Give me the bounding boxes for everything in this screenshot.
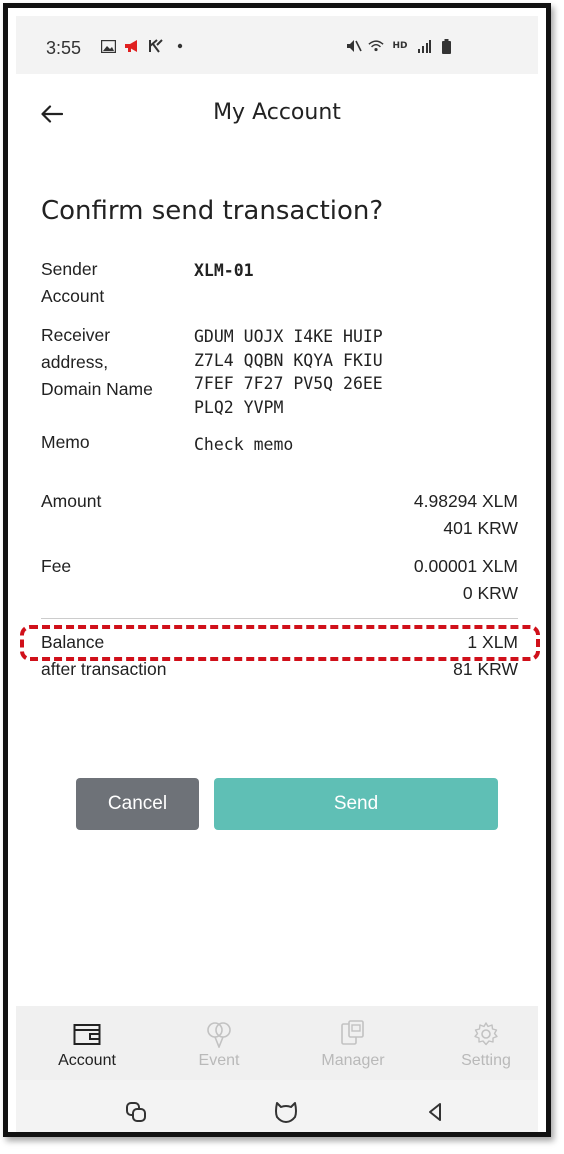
sender-value: XLM-01 [194,261,254,280]
receiver-line: 7FEF 7F27 PV5Q 26EE [194,374,383,393]
battery-icon [438,38,454,54]
wifi-icon [368,38,384,54]
memo-value: Check memo [194,435,294,454]
hd-text: HD [392,40,408,51]
balloons-icon [204,1020,234,1048]
balance-highlight [20,625,540,661]
tab-setting[interactable]: Setting [431,1006,541,1080]
recent-apps-button[interactable] [118,1094,154,1130]
tab-label: Setting [461,1052,511,1069]
back-icon [429,1103,441,1121]
receiver-line: PLQ2 YVPM [194,397,284,417]
hd-voice-icon: HD [390,38,410,54]
k-app-icon [148,38,164,54]
wallet-icon [73,1020,101,1048]
page-title: My Account [213,100,341,125]
dot-icon [172,38,188,54]
fee-label: Fee [41,556,72,576]
tab-manager[interactable]: Manager [298,1006,408,1080]
sender-label: Sender Account [41,259,105,306]
tab-account[interactable]: Account [32,1006,142,1080]
fee-values: 0.00001 XLM 0 KRW [414,553,518,607]
fee-krw: 0 KRW [462,583,518,603]
megaphone-icon [124,38,140,54]
tab-label: Event [198,1052,240,1069]
phone-frame: 3:55 HD My Account Confirm send transact… [3,3,551,1137]
home-icon [275,1102,297,1123]
app-header: My Account [16,74,538,152]
cancel-button[interactable]: Cancel [76,778,199,830]
system-nav-bar [16,1080,538,1132]
receiver-line: Z7L4 QQBN KQYA FKIU [194,350,383,370]
signal-icon [416,38,432,54]
confirm-title: Confirm send transaction? [41,196,384,226]
status-time: 3:55 [46,38,82,58]
receiver-address: GDUM UOJX I4KE HUIP Z7L4 QQBN KQYA FKIU … [194,325,383,419]
home-button[interactable] [268,1094,304,1130]
mute-icon [346,38,362,54]
divider [41,618,518,619]
amount-krw: 401 KRW [443,518,518,538]
amount-xlm: 4.98294 XLM [413,491,518,511]
bottom-tab-bar: Account Event Manager Setting [16,1006,538,1080]
tab-event[interactable]: Event [164,1006,274,1080]
cards-icon [338,1020,368,1048]
tab-label: Manager [321,1052,385,1069]
status-left-icons [100,38,188,54]
screen: 3:55 HD My Account Confirm send transact… [16,16,540,1132]
memo-label: Memo [41,432,90,452]
send-button[interactable]: Send [214,778,498,830]
status-bar: 3:55 HD [16,16,538,74]
receiver-label: Receiver address, Domain Name [41,325,153,399]
status-right-icons: HD [346,38,454,54]
receiver-line: GDUM UOJX I4KE HUIP [194,327,383,346]
gallery-icon [100,38,116,54]
tab-label: Account [58,1052,116,1069]
amount-label: Amount [41,491,102,511]
gear-icon [473,1020,499,1048]
recent-apps-icon [126,1102,146,1122]
fee-xlm: 0.00001 XLM [413,556,518,576]
back-nav-button[interactable] [417,1094,453,1130]
amount-values: 4.98294 XLM 401 KRW [414,488,518,542]
